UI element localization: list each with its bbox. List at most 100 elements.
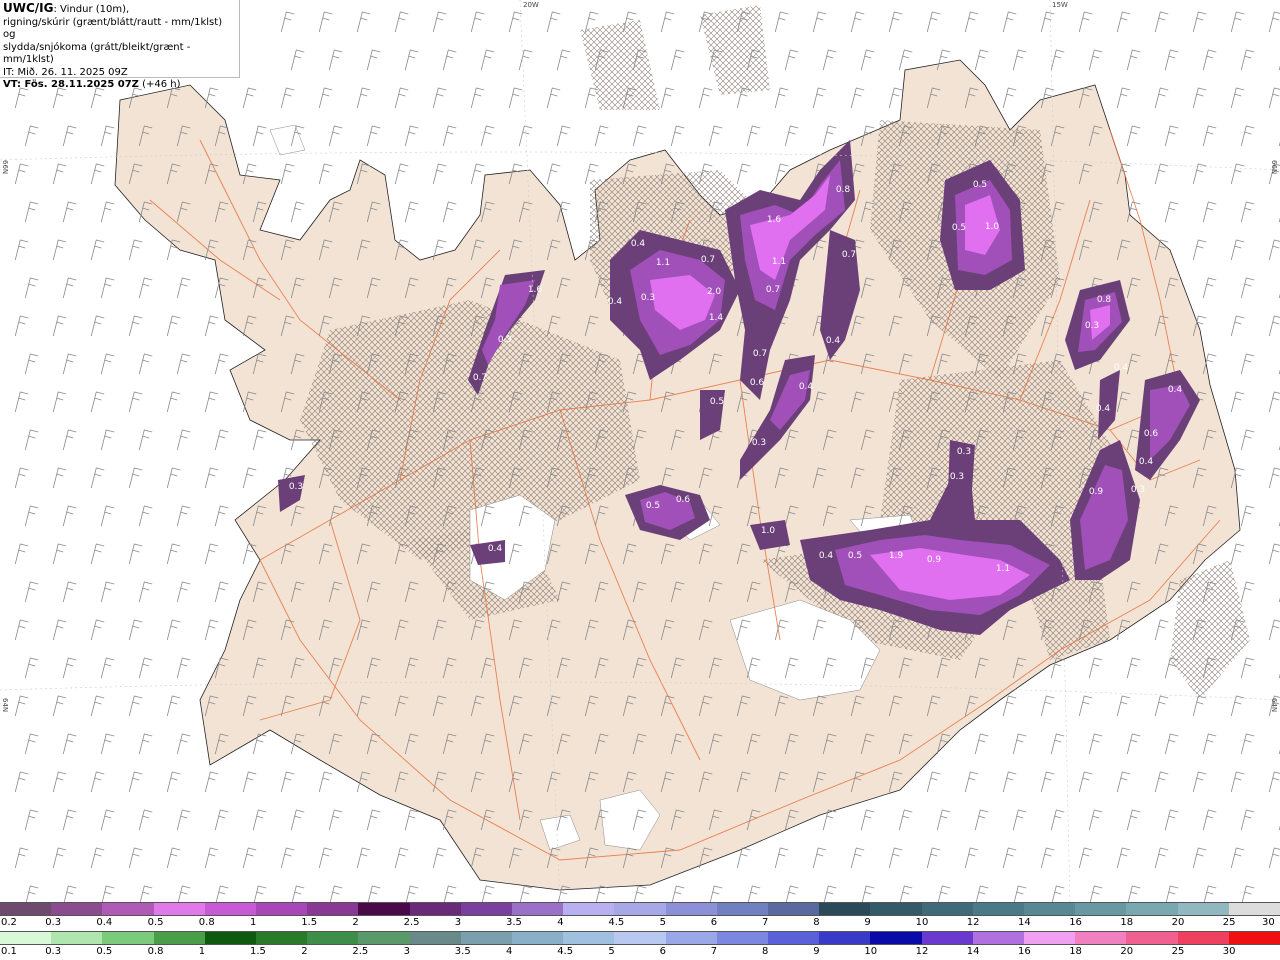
- precip-value-label: 0.7: [753, 349, 767, 359]
- snow-swatch: [716, 903, 769, 915]
- rain-tick-label: 2: [301, 946, 308, 957]
- precip-value-label: 0.7: [701, 255, 715, 265]
- rain-swatch: [256, 932, 308, 944]
- snow-swatch: [870, 903, 922, 915]
- lat-label-right-64n: 64N: [1270, 698, 1278, 713]
- rain-tick-label: 2.5: [352, 946, 369, 957]
- rain-tick-label: 3: [403, 946, 410, 957]
- snow-swatch: [358, 903, 410, 915]
- snow-tick-label: 5: [659, 917, 666, 928]
- lat-label-left-66n: 66N: [1, 160, 9, 175]
- snow-tick-label: 4.5: [608, 917, 625, 928]
- precip-value-label: 2.0: [707, 287, 722, 297]
- snow-swatch: [0, 903, 52, 915]
- precip-value-label: 0.5: [848, 551, 862, 561]
- lat-label-left-64n: 64N: [1, 698, 9, 713]
- rain-tick-label: 14: [966, 946, 980, 957]
- precip-value-label: 0.7: [473, 373, 487, 383]
- color-scales: 0.2 0.3 0.4 0.5 0.8 1 1.5 2 2.5 3 3.5 4 4.5 5 6 7 8 9 10 12…: [0, 902, 1280, 960]
- snow-scale-ticks: 0.2 0.3 0.4 0.5 0.8 1 1.5 2 2.5 3 3.5 4 4.5 5 6 7 8 9 10 12…: [0, 917, 1280, 929]
- rain-tick-label: 4.5: [557, 946, 574, 957]
- snow-swatch: [51, 903, 103, 915]
- rain-tick-label: 1.5: [250, 946, 266, 957]
- snow-tick-label: 2.5: [403, 917, 420, 928]
- snow-swatch: [1126, 903, 1178, 915]
- precip-value-label: 0.7: [842, 250, 856, 260]
- snow-tick-label: 1: [250, 917, 257, 928]
- title-line-3: slydda/snjókoma (grátt/bleikt/grænt - mm…: [3, 41, 191, 66]
- rain-tick-label: 1: [198, 946, 206, 957]
- snow-tick-label: 18: [1120, 917, 1134, 928]
- rain-swatch: [409, 932, 461, 944]
- snow-swatch: [409, 903, 461, 915]
- precip-value-label: 0.4: [1139, 457, 1154, 467]
- rain-swatch: [921, 932, 973, 944]
- rain-swatch: [102, 932, 154, 944]
- precip-value-label: 0.6: [676, 495, 691, 505]
- precip-value-label: 0.5: [710, 397, 724, 407]
- precip-value-label: 0.3: [498, 335, 512, 345]
- rain-color-bar: [0, 931, 1280, 945]
- rain-swatch: [307, 932, 359, 944]
- precip-value-label: 0.4: [1168, 385, 1183, 395]
- snow-tick-label: 6: [710, 917, 718, 928]
- precip-value-label: 0.4: [1096, 404, 1111, 414]
- snow-swatch: [1177, 903, 1229, 915]
- rain-swatch: [1075, 932, 1127, 944]
- snow-color-bar: [0, 902, 1280, 916]
- rain-swatch: [1126, 932, 1178, 944]
- precip-value-label: 1.1: [656, 258, 670, 268]
- precip-value-label: 0.3: [950, 472, 964, 482]
- precip-value-label: 1.4: [709, 313, 724, 323]
- rain-swatch: [665, 932, 717, 944]
- rain-swatch: [972, 932, 1025, 944]
- precip-value-label: 0.4: [608, 297, 623, 307]
- precip-value-label: 0.8: [836, 185, 851, 195]
- precip-value-label: 0.6: [750, 378, 765, 388]
- snow-tick-label: 16: [1069, 917, 1082, 928]
- snow-tick-label: 9: [864, 917, 871, 928]
- rain-swatch: [0, 932, 52, 944]
- snow-tick-label: 2: [352, 917, 359, 928]
- snow-swatch: [307, 903, 359, 915]
- rain-swatch: [460, 932, 513, 944]
- precip-value-label: 0.7: [766, 285, 780, 295]
- snow-tick-label: 3.5: [506, 917, 522, 928]
- precip-value-label: 0.4: [631, 239, 646, 249]
- rain-swatch: [1177, 932, 1229, 944]
- precip-value-label: 0.3: [1131, 485, 1145, 495]
- rain-tick-label: 0.5: [96, 946, 113, 957]
- rain-swatch: [563, 932, 615, 944]
- rain-swatch: [512, 932, 564, 944]
- precip-value-label: 0.9: [927, 555, 942, 565]
- snow-tick-label: 30: [1262, 917, 1275, 928]
- precip-value-label: 1.6: [528, 285, 543, 295]
- snow-tick-label: 3: [454, 917, 462, 928]
- snow-swatch: [153, 903, 205, 915]
- snow-swatch: [563, 903, 615, 915]
- precip-value-label: 1.0: [761, 526, 776, 536]
- rain-swatch: [1228, 932, 1280, 944]
- precip-value-label: 1.0: [985, 222, 1000, 232]
- precip-value-label: 0.4: [799, 382, 814, 392]
- snow-swatch: [921, 903, 973, 915]
- snow-tick-label: 1.5: [301, 917, 318, 928]
- rain-swatch: [51, 932, 103, 944]
- rain-tick-label: 0.1: [1, 946, 17, 957]
- precip-value-label: 0.3: [289, 482, 303, 492]
- snow-swatch: [768, 903, 820, 915]
- snow-tick-label: 10: [915, 917, 929, 928]
- precip-value-label: 0.5: [646, 501, 660, 511]
- rain-swatch: [204, 932, 257, 944]
- snow-swatch: [1228, 903, 1280, 915]
- snow-tick-label: 8: [813, 917, 820, 928]
- precip-value-label: 1.9: [889, 551, 904, 561]
- snow-tick-label: 20: [1171, 917, 1185, 928]
- precip-value-label: 0.4: [1114, 363, 1129, 373]
- snow-tick-label: 0.3: [45, 917, 62, 928]
- rain-tick-label: 18: [1069, 946, 1082, 957]
- snow-swatch: [1075, 903, 1127, 915]
- precip-value-label: 0.9: [1089, 487, 1104, 497]
- rain-tick-label: 30: [1222, 946, 1236, 957]
- valid-time: VT: Fös. 28.11.2025 07Z: [3, 79, 139, 90]
